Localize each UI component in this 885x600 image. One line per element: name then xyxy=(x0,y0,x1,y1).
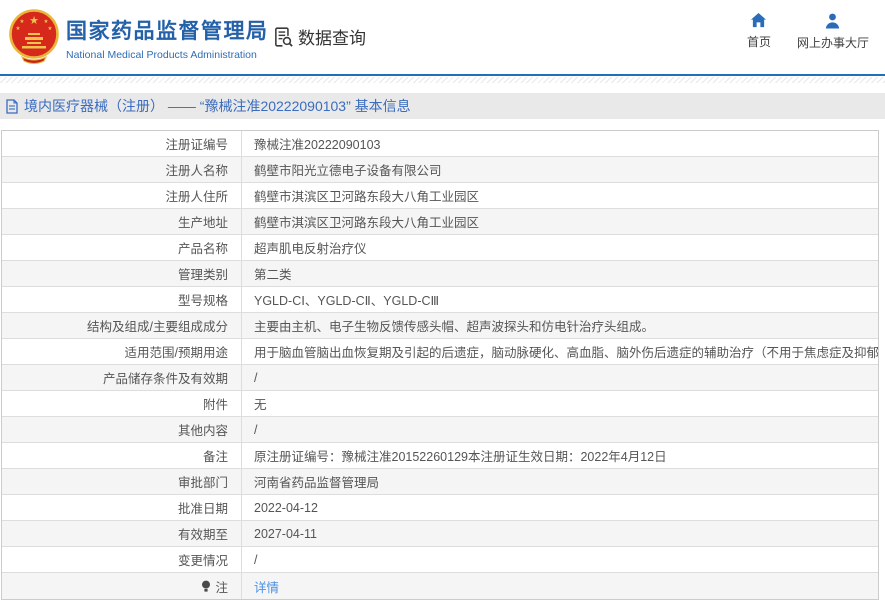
table-row: 注册证编号 豫械注准20222090103 xyxy=(2,131,878,157)
svg-text:★: ★ xyxy=(20,19,25,25)
row-value: 鹤壁市淇滨区卫河路东段大八角工业园区 xyxy=(254,190,480,204)
nav-home-label: 首页 xyxy=(746,35,771,49)
row-value: 河南省药品监督管理局 xyxy=(254,476,380,490)
row-label: 其他内容 xyxy=(2,417,242,442)
row-label: 注 xyxy=(2,573,242,599)
row-value: 用于脑血管脑出血恢复期及引起的后遗症，脑动脉硬化、高血脂、脑外伤后遗症的辅助治疗… xyxy=(254,346,878,360)
row-value: 鹤壁市淇滨区卫河路东段大八角工业园区 xyxy=(254,216,480,230)
row-value: / xyxy=(254,422,258,437)
registration-detail-table: 注册证编号 豫械注准20222090103 注册人名称 鹤壁市阳光立德电子设备有… xyxy=(1,130,879,600)
table-row: 其他内容 / xyxy=(2,417,878,443)
nav-online-hall[interactable]: 网上办事大厅 xyxy=(797,13,869,51)
row-value: 2027-04-11 xyxy=(254,526,318,541)
row-label: 变更情况 xyxy=(2,547,242,572)
table-row: 型号规格 YGLD-CⅠ、YGLD-CⅡ、YGLD-CⅢ xyxy=(2,287,878,313)
table-row: 注册人住所 鹤壁市淇滨区卫河路东段大八角工业园区 xyxy=(2,183,878,209)
row-value: 豫械注准20222090103 xyxy=(254,138,381,152)
row-label: 注册人名称 xyxy=(2,157,242,182)
home-icon xyxy=(751,13,767,28)
row-value: 主要由主机、电子生物反馈传感头帽、超声波探头和仿电针治疗头组成。 xyxy=(254,320,655,334)
user-icon xyxy=(826,13,840,29)
svg-text:★: ★ xyxy=(48,26,53,32)
row-value: / xyxy=(254,370,258,385)
detail-link[interactable]: 详情 xyxy=(254,577,279,596)
row-label: 管理类别 xyxy=(2,261,242,286)
table-row-note: 注 详情 xyxy=(2,573,878,599)
row-label: 型号规格 xyxy=(2,287,242,312)
table-row: 产品储存条件及有效期 / xyxy=(2,365,878,391)
table-row: 结构及组成/主要组成成分 主要由主机、电子生物反馈传感头帽、超声波探头和仿电针治… xyxy=(2,313,878,339)
table-row: 注册人名称 鹤壁市阳光立德电子设备有限公司 xyxy=(2,157,878,183)
row-label: 产品名称 xyxy=(2,235,242,260)
svg-text:★: ★ xyxy=(16,26,21,32)
nav-home[interactable]: 首页 xyxy=(747,13,771,51)
site-title: 国家药品监督管理局 xyxy=(66,20,269,43)
row-value: 超声肌电反射治疗仪 xyxy=(254,242,367,256)
breadcrumb-text: 境内医疗器械（注册） —— “豫械注准20222090103” 基本信息 xyxy=(24,98,411,114)
table-row: 管理类别 第二类 xyxy=(2,261,878,287)
site-title-block: 国家药品监督管理局 National Medical Products Admi… xyxy=(66,15,269,61)
row-label: 注册人住所 xyxy=(2,183,242,208)
table-row: 审批部门 河南省药品监督管理局 xyxy=(2,469,878,495)
national-emblem-logo[interactable]: ★ ★ ★ ★ ★ xyxy=(8,7,60,65)
bulb-icon xyxy=(202,580,211,592)
table-row: 有效期至 2027-04-11 xyxy=(2,521,878,547)
table-row: 备注 原注册证编号：豫械注准20152260129本注册证生效日期：2022年4… xyxy=(2,443,878,469)
site-subtitle: National Medical Products Administration xyxy=(66,49,257,61)
note-label: 注 xyxy=(215,580,228,595)
site-header: ★ ★ ★ ★ ★ 国家药品监督管理局 National Medical Pro… xyxy=(0,0,885,83)
row-value: 鹤壁市阳光立德电子设备有限公司 xyxy=(254,164,442,178)
table-row: 变更情况 / xyxy=(2,547,878,573)
row-label: 有效期至 xyxy=(2,521,242,546)
row-label: 备注 xyxy=(2,443,242,468)
svg-text:★: ★ xyxy=(29,15,39,27)
row-value: 原注册证编号：豫械注准20152260129本注册证生效日期：2022年4月12… xyxy=(254,450,667,464)
row-label: 注册证编号 xyxy=(2,131,242,156)
nav-data-query[interactable]: 数据查询 xyxy=(272,24,366,49)
table-row: 附件 无 xyxy=(2,391,878,417)
row-label: 附件 xyxy=(2,391,242,416)
row-value: YGLD-CⅠ、YGLD-CⅡ、YGLD-CⅢ xyxy=(254,294,440,308)
row-label: 结构及组成/主要组成成分 xyxy=(2,313,242,338)
data-query-label: 数据查询 xyxy=(298,29,366,48)
nav-online-hall-label: 网上办事大厅 xyxy=(796,36,869,50)
table-row: 生产地址 鹤壁市淇滨区卫河路东段大八角工业园区 xyxy=(2,209,878,235)
row-value: 无 xyxy=(254,398,267,412)
document-icon xyxy=(6,98,18,114)
row-value: 第二类 xyxy=(254,268,292,282)
header-hatch-strip xyxy=(0,77,885,83)
svg-text:★: ★ xyxy=(44,19,49,25)
row-value: / xyxy=(254,552,258,567)
table-row: 适用范围/预期用途 用于脑血管脑出血恢复期及引起的后遗症，脑动脉硬化、高血脂、脑… xyxy=(2,339,878,365)
header-divider-line xyxy=(0,74,885,76)
row-label: 生产地址 xyxy=(2,209,242,234)
row-value: 详情 xyxy=(242,573,878,599)
table-row: 批准日期 2022-04-12 xyxy=(2,495,878,521)
data-query-icon xyxy=(275,26,293,47)
row-label: 批准日期 xyxy=(2,495,242,520)
header-right-nav: 首页 网上办事大厅 xyxy=(747,13,869,51)
row-label: 产品储存条件及有效期 xyxy=(2,365,242,390)
table-row: 产品名称 超声肌电反射治疗仪 xyxy=(2,235,878,261)
row-label: 适用范围/预期用途 xyxy=(2,339,242,364)
row-value: 2022-04-12 xyxy=(254,500,318,515)
row-label: 审批部门 xyxy=(2,469,242,494)
breadcrumb: 境内医疗器械（注册） —— “豫械注准20222090103” 基本信息 xyxy=(0,93,885,119)
